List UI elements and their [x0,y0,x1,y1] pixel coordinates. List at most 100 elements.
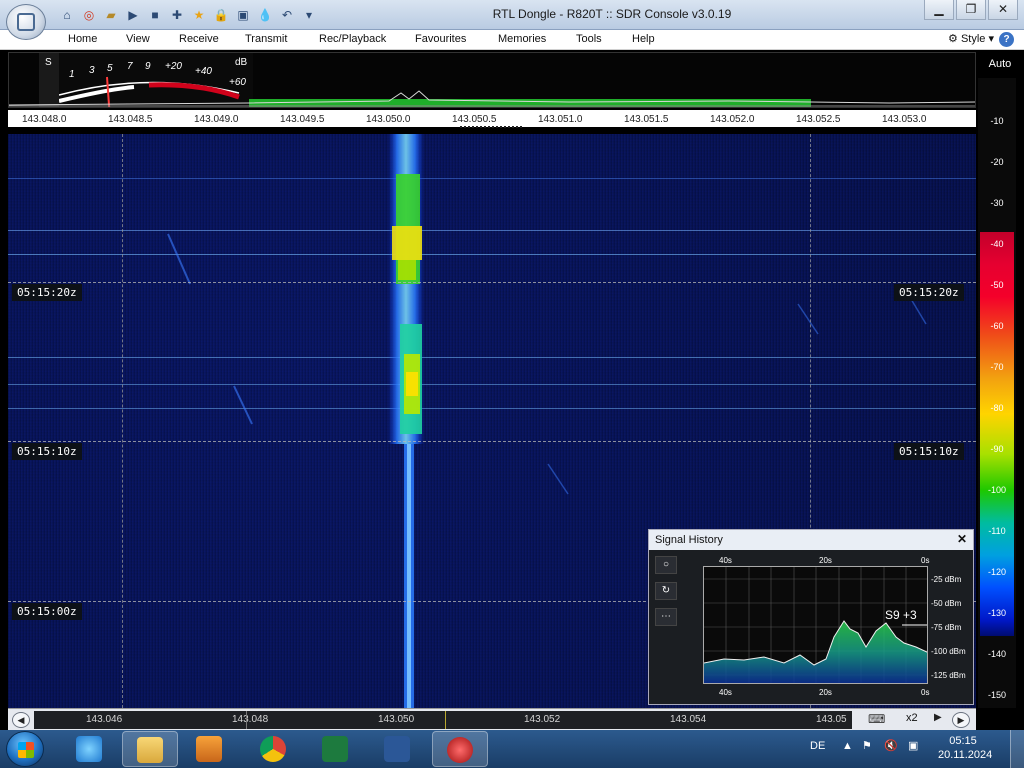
menu-tools[interactable]: Tools [576,33,602,45]
db-tick: -120 [987,567,1006,577]
db-tick: -110 [988,526,1006,536]
db-tick: -140 [987,649,1006,659]
internet-explorer-icon [76,736,102,762]
frequency-scroll-track[interactable]: 143.046 143.048 143.050 143.052 143.054 … [34,711,852,729]
menu-home[interactable]: Home [68,33,97,45]
signal-history-header: Signal History ✕ [649,530,973,550]
sh-y-label: -100 dBm [931,647,966,656]
freq-tick: 143.049.0 [194,114,239,125]
bb-freq: 143.046 [86,714,123,725]
taskbar-clock[interactable]: 05:15 20.11.2024 [938,734,993,762]
menu-favourites[interactable]: Favourites [415,33,466,45]
signal-history-panel: Signal History ✕ ○ ↻ ⋯ 40s 20s 0s 40s 20… [648,529,974,705]
start-orb[interactable] [6,731,44,767]
word-icon [384,736,410,762]
style-label: Style [960,33,986,45]
menu-receive[interactable]: Receive [179,33,219,45]
language-indicator[interactable]: DE [810,740,825,752]
db-tick: -30 [990,198,1004,208]
time-label-right-2: 05:15:10z [894,443,964,460]
grid-horizontal-line [8,441,976,442]
signal-history-current-value: S9 +3 [885,608,917,622]
freq-tick: 143.050.5 [452,114,497,125]
taskbar-excel[interactable] [308,731,364,767]
refresh-icon[interactable]: ↻ [655,582,677,600]
speaker-icon[interactable]: 🔇 [884,739,898,752]
more-icon[interactable]: ⋯ [655,608,677,626]
bb-freq: 143.052 [524,714,561,725]
title-bar: ⌂ ◎ ▰ ▶ ■ ✚ ★ 🔒 ▣ 💧 ↶ ▾ RTL Dongle - R82… [0,0,1024,40]
zoom-arrow-icon[interactable]: ▶ [934,712,942,723]
db-tick: -60 [990,321,1004,331]
frequency-axis[interactable]: 143.048.0 143.048.5 143.049.0 143.049.5 … [8,110,976,130]
show-desktop-button[interactable] [1010,730,1024,768]
taskbar: DE ▲ ⚑ 🔇 ▣ [0,730,1024,768]
menu-rec-playback[interactable]: Rec/Playback [319,33,386,45]
window-title: RTL Dongle - R820T :: SDR Console v3.0.1… [492,7,732,21]
grid-horizontal-line [8,282,976,283]
keyboard-icon[interactable]: ⌨ [868,712,885,726]
time-label-left-1: 05:15:20z [12,284,82,301]
excel-icon [322,736,348,762]
db-scale: -10 -20 -30 -40 -50 -60 -70 -80 -90 -100… [978,78,1016,708]
sh-x-label: 40s [719,556,732,565]
signal-history-title: Signal History [655,534,723,546]
scroll-left-icon[interactable]: ◀ [12,712,30,728]
menu-view[interactable]: View [126,33,150,45]
db-tick: -50 [990,280,1004,290]
window-controls: ▁ ❐ ✕ [924,0,1018,20]
freq-tick: 143.051.0 [538,114,583,125]
sh-x-label: 40s [719,688,732,697]
bb-freq: 143.05 [816,714,847,725]
auto-scale-button[interactable]: Auto [978,58,1022,74]
visible-span-marker[interactable] [246,711,446,729]
db-tick: -70 [990,362,1004,372]
help-question-icon[interactable]: ? [999,32,1014,47]
minimize-icon[interactable]: ▁ [924,0,954,20]
style-gear-icon: ⚙ [948,33,961,45]
freq-tick: 143.052.0 [710,114,755,125]
signal-history-chart [703,566,928,684]
restore-icon[interactable]: ❐ [956,0,986,20]
signal-history-plot [704,567,927,683]
db-tick: -130 [987,608,1006,618]
db-tick: -80 [990,403,1004,413]
menu-transmit[interactable]: Transmit [245,33,287,45]
sh-x-label: 20s [819,688,832,697]
spectrum-display[interactable]: S 1 3 5 7 9 +20 +40 +60 dB [8,52,976,108]
tray-expand-icon[interactable]: ▲ [842,740,853,752]
scroll-right-icon[interactable]: ▶ [952,712,970,728]
taskbar-internet-explorer[interactable] [62,731,118,767]
freq-tick: 143.048.5 [108,114,153,125]
db-tick: -150 [987,690,1006,700]
taskbar-word[interactable] [370,731,426,767]
sh-x-label: 0s [921,556,930,565]
app-menu-button[interactable] [6,4,46,40]
chrome-icon [260,736,286,762]
db-tick: -90 [990,444,1004,454]
close-icon[interactable]: ✕ [988,0,1018,20]
taskbar-sdr-console[interactable] [432,731,488,767]
network-icon[interactable]: ▣ [908,739,918,752]
record-icon[interactable]: ○ [655,556,677,574]
sh-y-label: -25 dBm [931,575,962,584]
taskbar-media-player[interactable] [182,731,238,767]
menu-memories[interactable]: Memories [498,33,546,45]
file-explorer-icon [137,737,163,763]
style-button[interactable]: ⚙ Style ▾ [948,32,994,45]
sh-x-label: 20s [819,556,832,565]
sh-x-label: 0s [921,688,930,697]
taskbar-file-explorer[interactable] [122,731,178,767]
freq-tick: 143.048.0 [22,114,67,125]
close-icon[interactable]: ✕ [957,532,967,546]
clock-time: 05:15 [949,735,977,747]
freq-tick: 143.049.5 [280,114,325,125]
sdr-console-icon [447,737,473,763]
action-center-icon[interactable]: ⚑ [862,739,872,752]
sh-y-label: -125 dBm [931,671,966,680]
menu-help[interactable]: Help [632,33,655,45]
taskbar-chrome[interactable] [246,731,302,767]
clock-date: 20.11.2024 [938,749,993,761]
tuning-marker[interactable] [460,126,522,128]
zoom-level[interactable]: x2 [906,712,918,724]
